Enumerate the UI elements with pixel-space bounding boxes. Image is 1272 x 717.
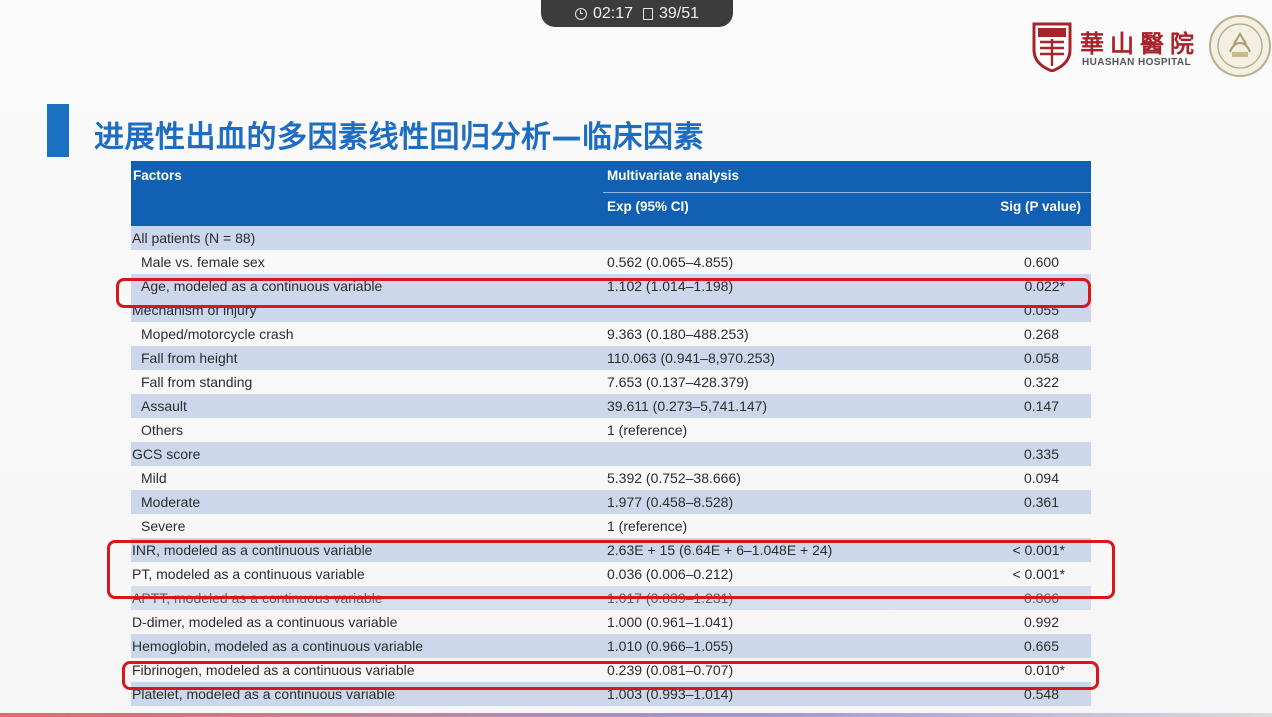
table-row: Others 1 (reference) (131, 418, 1091, 442)
table-row: Male vs. female sex 0.562 (0.065–4.855) … (131, 250, 1091, 274)
row-sig: 0.322 (1023, 374, 1059, 390)
header-exp: Exp (95% CI) (607, 199, 689, 214)
hospital-name-cn: 華山醫院 (1080, 29, 1200, 58)
header-multivariate: Multivariate analysis (607, 168, 740, 183)
row-sig: 0.600 (1023, 254, 1059, 270)
row-sig: 0.665 (1023, 638, 1059, 654)
table-row: Fall from height 110.063 (0.941–8,970.25… (131, 346, 1091, 370)
row-sig: 0.335 (1023, 446, 1059, 462)
table-row: All patients (N = 88) (131, 226, 1091, 250)
slide-page: 02:17 39/51 華山醫院 HUASHAN HOSPITAL 进展性出血的… (0, 0, 1272, 717)
row-factor: All patients (N = 88) (132, 230, 256, 246)
clock-icon (574, 7, 587, 20)
table-row: Fall from standing 7.653 (0.137–428.379)… (131, 370, 1091, 394)
highlight-box-inr-pt (107, 540, 1115, 599)
row-factor: Assault (141, 398, 187, 414)
row-factor: Male vs. female sex (141, 254, 265, 270)
row-exp: 1.000 (0.961–1.041) (607, 614, 734, 630)
row-factor: GCS score (132, 446, 201, 462)
row-sig: 0.147 (1023, 398, 1059, 414)
row-sig: 0.361 (1023, 494, 1059, 510)
row-factor: Fall from standing (141, 374, 253, 390)
row-sig: 0.268 (1023, 326, 1059, 342)
row-factor: Moped/motorcycle crash (141, 326, 294, 342)
row-factor: Hemoglobin, modeled as a continuous vari… (132, 638, 424, 654)
row-exp: 9.363 (0.180–488.253) (607, 326, 749, 342)
row-exp: 1.977 (0.458–8.528) (607, 494, 734, 510)
table-row: Moderate 1.977 (0.458–8.528) 0.361 (131, 490, 1091, 514)
row-exp: 5.392 (0.752–38.666) (607, 470, 741, 486)
row-exp: 7.653 (0.137–428.379) (607, 374, 749, 390)
regression-table: Factors Multivariate analysis Exp (95% C… (131, 161, 1091, 706)
title-accent-bar (47, 104, 69, 157)
university-seal-icon (1209, 15, 1271, 77)
table-row: Mild 5.392 (0.752–38.666) 0.094 (131, 466, 1091, 490)
row-exp: 1 (reference) (607, 422, 688, 438)
row-factor: Severe (141, 518, 186, 534)
table-row: D-dimer, modeled as a continuous variabl… (131, 610, 1091, 634)
header-factors: Factors (133, 168, 182, 183)
row-factor: Moderate (141, 494, 201, 510)
row-sig: 0.992 (1023, 614, 1059, 630)
highlight-box-age (116, 278, 1091, 308)
header-sig: Sig (P value) (1000, 199, 1081, 214)
header-divider (603, 192, 1091, 193)
row-sig: 0.058 (1023, 350, 1059, 366)
page-icon (643, 7, 653, 20)
row-factor: Mild (141, 470, 167, 486)
bottom-edge-strip (0, 713, 1272, 717)
hospital-name-en: HUASHAN HOSPITAL (1082, 57, 1191, 68)
table-row: Assault 39.611 (0.273–5,741.147) 0.147 (131, 394, 1091, 418)
slide-title: 进展性出血的多因素线性回归分析—临床因素 (94, 120, 704, 155)
highlight-box-fibrinogen (122, 661, 1099, 690)
row-factor: Fall from height (141, 350, 238, 366)
row-exp: 110.063 (0.941–8,970.253) (607, 350, 775, 366)
table-row: GCS score 0.335 (131, 442, 1091, 466)
row-exp: 1.010 (0.966–1.055) (607, 638, 734, 654)
row-factor: D-dimer, modeled as a continuous variabl… (132, 614, 398, 630)
table-header: Factors Multivariate analysis Exp (95% C… (131, 161, 1091, 226)
playback-status-pill[interactable]: 02:17 39/51 (541, 0, 733, 27)
row-exp: 1 (reference) (607, 518, 688, 534)
table-row: Hemoglobin, modeled as a continuous vari… (131, 634, 1091, 658)
table-row: Moped/motorcycle crash 9.363 (0.180–488.… (131, 322, 1091, 346)
row-factor: Others (141, 422, 184, 438)
table-row: Severe 1 (reference) (131, 514, 1091, 538)
row-sig: 0.094 (1023, 470, 1059, 486)
elapsed-time: 02:17 (592, 4, 633, 22)
row-exp: 0.562 (0.065–4.855) (607, 254, 734, 270)
row-exp: 39.611 (0.273–5,741.147) (607, 398, 768, 414)
page-counter: 39/51 (659, 4, 700, 22)
hospital-shield-logo-icon (1032, 22, 1072, 72)
